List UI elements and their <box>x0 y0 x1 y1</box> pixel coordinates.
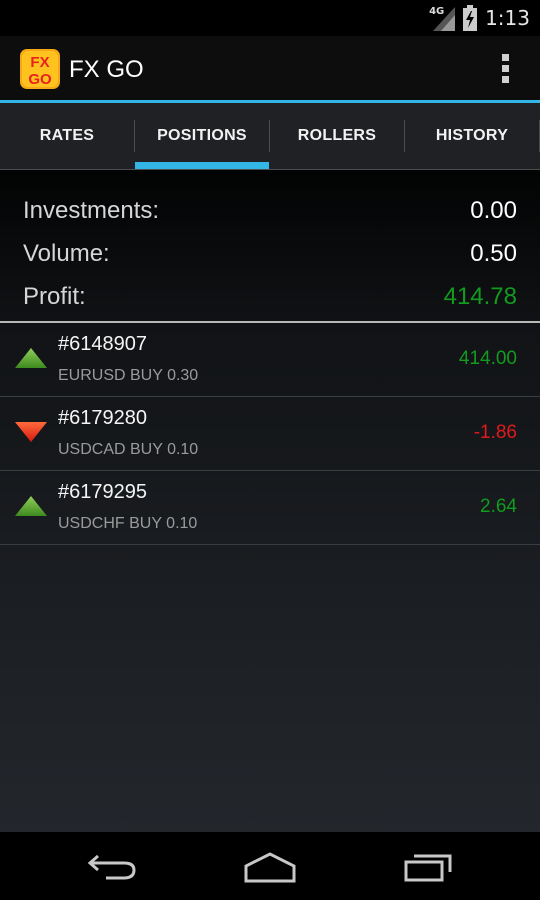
home-icon[interactable] <box>242 848 298 884</box>
tab-label: HISTORY <box>435 127 509 144</box>
position-row[interactable]: #6148907 EURUSD BUY 0.30 414.00 <box>0 323 540 397</box>
tab-rates[interactable]: RATES <box>0 103 134 169</box>
position-detail: EURUSD BUY 0.30 <box>58 367 199 384</box>
position-value: -1.86 <box>473 422 517 443</box>
investments-value: 0.00 <box>470 197 517 224</box>
arrow-down-icon <box>15 422 47 442</box>
status-bar: 4G 1:13 <box>0 0 540 36</box>
profit-row: Profit: 414.78 <box>23 283 517 323</box>
tab-bar: RATES POSITIONS ROLLERS HISTORY <box>0 103 540 170</box>
profit-value: 414.78 <box>443 283 517 310</box>
position-detail: USDCHF BUY 0.10 <box>58 515 198 532</box>
status-icons: 4G 1:13 <box>429 0 530 36</box>
position-value: 2.64 <box>480 496 517 517</box>
navigation-bar <box>0 832 540 900</box>
signal-icon: 4G <box>429 5 456 31</box>
back-icon[interactable] <box>84 848 140 884</box>
volume-row: Volume: 0.50 <box>23 240 517 280</box>
action-bar: FX GO FX GO <box>0 36 540 103</box>
volume-value: 0.50 <box>470 240 517 267</box>
recents-icon[interactable] <box>400 848 456 884</box>
tab-positions[interactable]: POSITIONS <box>135 103 269 169</box>
position-id: #6148907 <box>58 333 147 355</box>
overflow-menu-icon[interactable] <box>500 54 510 84</box>
position-id: #6179295 <box>58 481 147 503</box>
summary-panel: Investments: 0.00 Volume: 0.50 Profit: 4… <box>0 170 540 321</box>
selected-tab-indicator <box>135 162 269 169</box>
investments-label: Investments: <box>23 197 160 224</box>
investments-row: Investments: 0.00 <box>23 197 517 237</box>
position-id: #6179280 <box>58 407 147 429</box>
position-row[interactable]: #6179295 USDCHF BUY 0.10 2.64 <box>0 471 540 545</box>
positions-list: #6148907 EURUSD BUY 0.30 414.00 #6179280… <box>0 323 540 545</box>
volume-label: Volume: <box>23 240 110 267</box>
app-logo-icon[interactable]: FX GO <box>20 49 60 89</box>
logo-text-top: FX <box>30 54 49 71</box>
position-detail: USDCAD BUY 0.10 <box>58 441 199 458</box>
position-row[interactable]: #6179280 USDCAD BUY 0.10 -1.86 <box>0 397 540 471</box>
profit-label: Profit: <box>23 283 86 310</box>
tab-label: POSITIONS <box>157 127 247 144</box>
logo-text-bottom: GO <box>28 71 52 88</box>
tab-label: RATES <box>39 127 95 144</box>
tab-rollers[interactable]: ROLLERS <box>270 103 404 169</box>
clock: 1:13 <box>485 6 530 30</box>
arrow-up-icon <box>15 496 47 516</box>
tab-history[interactable]: HISTORY <box>405 103 539 169</box>
positions-content: Investments: 0.00 Volume: 0.50 Profit: 4… <box>0 170 540 832</box>
position-value: 414.00 <box>458 348 517 369</box>
app-title: FX GO <box>69 56 144 83</box>
battery-icon <box>463 5 478 31</box>
arrow-up-icon <box>15 348 47 368</box>
tab-label: ROLLERS <box>297 127 377 144</box>
